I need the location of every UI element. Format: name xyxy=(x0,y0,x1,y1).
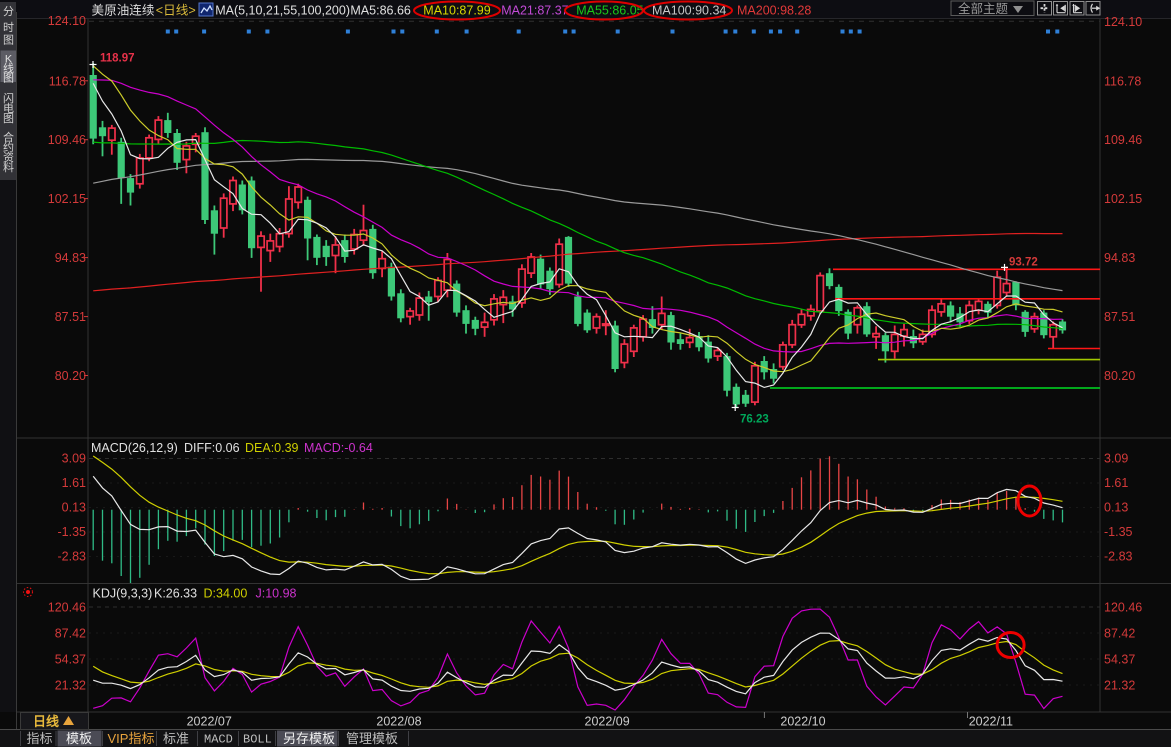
svg-text:K:26.33: K:26.33 xyxy=(154,587,197,601)
svg-text:80.20: 80.20 xyxy=(1104,369,1135,383)
svg-text:21.32: 21.32 xyxy=(55,679,86,693)
svg-text:模板: 模板 xyxy=(66,731,92,746)
svg-text:3.09: 3.09 xyxy=(62,452,86,466)
svg-text:MA5:86.66: MA5:86.66 xyxy=(350,4,411,18)
svg-text:时: 时 xyxy=(3,21,14,34)
svg-text:BOLL: BOLL xyxy=(243,733,272,747)
svg-text:VIP指标: VIP指标 xyxy=(108,731,155,746)
svg-text:124.10: 124.10 xyxy=(48,14,86,28)
svg-text:109.46: 109.46 xyxy=(1104,133,1142,147)
svg-text:3.09: 3.09 xyxy=(1104,452,1128,466)
svg-text:54.37: 54.37 xyxy=(55,653,86,667)
svg-text:102.15: 102.15 xyxy=(1104,192,1142,206)
svg-text:KDJ(9,3,3): KDJ(9,3,3) xyxy=(93,587,153,601)
svg-text:MACD: MACD xyxy=(204,733,233,747)
svg-text:0.13: 0.13 xyxy=(1104,501,1128,515)
svg-text:-1.35: -1.35 xyxy=(1104,525,1133,539)
svg-text:124.10: 124.10 xyxy=(1104,15,1142,29)
svg-text:标准: 标准 xyxy=(163,731,189,746)
svg-text:1.61: 1.61 xyxy=(62,476,86,490)
svg-text:料: 料 xyxy=(3,160,14,174)
svg-text:87.42: 87.42 xyxy=(1104,627,1135,641)
svg-text:-2.83: -2.83 xyxy=(58,550,87,564)
svg-text:102.15: 102.15 xyxy=(48,192,86,206)
svg-text:-2.83: -2.83 xyxy=(1104,550,1133,564)
svg-text:DEA:0.39: DEA:0.39 xyxy=(245,441,299,455)
svg-text:76.23: 76.23 xyxy=(740,414,769,426)
svg-text:管理模板: 管理模板 xyxy=(346,731,398,746)
svg-text:MA200:98.28: MA200:98.28 xyxy=(737,4,811,18)
svg-text:MACD:-0.64: MACD:-0.64 xyxy=(304,441,373,455)
svg-text:94.83: 94.83 xyxy=(1104,251,1135,265)
svg-text:120.46: 120.46 xyxy=(48,601,86,615)
svg-text:0.13: 0.13 xyxy=(62,501,86,515)
svg-text:2022/09: 2022/09 xyxy=(585,715,630,729)
svg-text:指标: 指标 xyxy=(27,731,53,746)
svg-text:87.42: 87.42 xyxy=(55,627,86,641)
svg-text:2022/08: 2022/08 xyxy=(376,715,421,729)
svg-text:87.51: 87.51 xyxy=(55,310,86,324)
svg-text:2022/11: 2022/11 xyxy=(969,715,1013,729)
svg-text:分: 分 xyxy=(3,5,14,18)
svg-text:93.72: 93.72 xyxy=(1009,257,1038,269)
svg-text:116.78: 116.78 xyxy=(1104,74,1141,88)
svg-text:D:34.00: D:34.00 xyxy=(204,587,248,601)
svg-text:图: 图 xyxy=(3,34,14,47)
svg-text:109.46: 109.46 xyxy=(48,133,86,147)
svg-text:J:10.98: J:10.98 xyxy=(256,587,297,601)
svg-text:MA100:90.34: MA100:90.34 xyxy=(652,4,726,18)
svg-text:118.97: 118.97 xyxy=(100,53,135,65)
svg-text:80.20: 80.20 xyxy=(55,369,86,383)
svg-text:MA10:87.99: MA10:87.99 xyxy=(423,4,490,18)
svg-text:MA21:87.37: MA21:87.37 xyxy=(501,4,568,18)
svg-text:21.32: 21.32 xyxy=(1104,679,1135,693)
svg-text:图: 图 xyxy=(3,72,14,85)
svg-text:94.83: 94.83 xyxy=(55,251,86,265)
svg-text:116.78: 116.78 xyxy=(49,74,86,88)
svg-text:2022/10: 2022/10 xyxy=(780,715,825,729)
svg-text:美原油连续: 美原油连续 xyxy=(92,3,155,18)
svg-text:54.37: 54.37 xyxy=(1104,653,1135,667)
svg-text:另存模板: 另存模板 xyxy=(283,731,335,746)
svg-text:DIFF:0.06: DIFF:0.06 xyxy=(184,441,240,455)
svg-text:-1.35: -1.35 xyxy=(58,525,87,539)
svg-text:87.51: 87.51 xyxy=(1104,310,1135,324)
svg-text:全部主题: 全部主题 xyxy=(958,1,1009,16)
svg-text:1.61: 1.61 xyxy=(1104,476,1128,490)
svg-text:日线: 日线 xyxy=(33,714,59,729)
svg-text:120.46: 120.46 xyxy=(1104,601,1142,615)
svg-text:图: 图 xyxy=(3,112,14,125)
svg-text:<日线>: <日线> xyxy=(156,4,196,18)
svg-text:MACD(26,12,9): MACD(26,12,9) xyxy=(91,441,178,455)
svg-text:2022/07: 2022/07 xyxy=(187,715,232,729)
svg-text:MA(5,10,21,55,100,200): MA(5,10,21,55,100,200) xyxy=(215,4,350,18)
